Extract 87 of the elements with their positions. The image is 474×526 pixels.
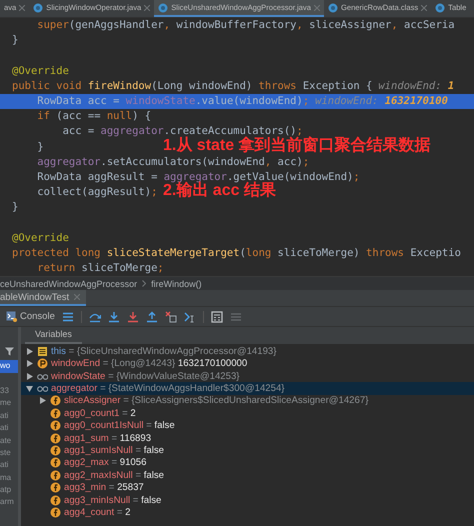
stack-frame[interactable]: ma — [0, 472, 18, 484]
drop-frame-icon[interactable] — [164, 310, 177, 323]
class-file-icon — [158, 2, 168, 12]
expand-arrow-icon[interactable] — [26, 348, 32, 355]
field-icon — [50, 432, 61, 444]
stack-frame[interactable]: ate — [0, 434, 18, 447]
step-into-icon[interactable] — [108, 310, 120, 323]
code-line: } — [12, 33, 18, 48]
close-icon — [74, 294, 80, 300]
close-icon — [19, 4, 26, 10]
stack-frame[interactable]: 33 — [0, 384, 18, 398]
variable-entry[interactable]: windowEnd = {Long@14243} 1632170100000 — [51, 358, 248, 370]
selected-row[interactable]: aggregator = {StateWindowAggsHandler$300@14254} — [21, 382, 474, 395]
code-line: } — [12, 200, 18, 216]
variable-entry[interactable]: agg1_sum = 116893 — [64, 432, 152, 444]
class-file-icon — [328, 2, 338, 12]
console-tab[interactable]: Console — [6, 311, 55, 322]
run-config-tab[interactable]: ableWindowTest — [0, 290, 86, 306]
step-out-icon[interactable] — [146, 310, 158, 323]
field-icon — [50, 482, 61, 494]
stack-frame[interactable]: wo — [0, 360, 18, 373]
code-line: public void fireWindow(Long windowEnd) throws Exception { — [12, 78, 372, 94]
code-line: return sliceToMerge; — [36, 261, 164, 276]
code-line: RowData acc = windowState.value(windowEnd); — [36, 94, 310, 109]
code-line: @Override — [12, 64, 69, 79]
variable-entry[interactable]: sliceAssigner = {SliceAssigners$SlicedUnsharedSliceAssigner@14267} — [64, 395, 368, 406]
code-line: protected long sliceStateMergeTarget(long sliceToMerge) throws Exceptio — [12, 246, 461, 261]
code-line: if (acc == null) { — [36, 109, 152, 124]
field-icon — [50, 457, 61, 468]
field-icon — [50, 445, 61, 456]
field-icon — [50, 494, 61, 506]
code-line: super(genAggsHandler, windowBufferFactory, sliceAssigner, accSeria — [36, 18, 455, 33]
chevron-icon — [142, 280, 146, 288]
variable-entry[interactable]: agg0_count1IsNull = false — [64, 420, 175, 432]
variable-entry[interactable]: agg4_count = 2 — [64, 506, 130, 518]
expand-arrow-icon[interactable] — [26, 360, 32, 368]
variable-entry[interactable]: agg3_minIsNull = false — [64, 494, 162, 506]
variable-entry[interactable]: windowState = {WindowValueState@14253} — [51, 370, 240, 382]
variable-entry[interactable]: agg2_max = 91056 — [64, 457, 146, 468]
filter-icon[interactable] — [4, 347, 14, 356]
code-line: aggregator.setAccumulators(windowEnd, acc); — [36, 154, 310, 170]
field-icon — [50, 408, 61, 419]
force-step-into-icon[interactable] — [126, 310, 139, 323]
inline-debug-value: windowEnd: 1 — [378, 78, 454, 94]
field-icon — [50, 395, 61, 406]
stack-frame[interactable]: ati — [0, 422, 18, 435]
variable-entry[interactable]: agg0_count1 = 2 — [64, 408, 136, 419]
close-icon — [144, 4, 150, 10]
variable-entry[interactable]: agg1_sumIsNull = false — [64, 445, 164, 456]
annotation-note: 2.输出 acc 结果 — [163, 182, 276, 202]
calculator-icon[interactable] — [210, 310, 223, 323]
variable-entry[interactable]: this = {SliceUnsharedWindowAggProcessor@14193} — [51, 346, 276, 357]
variable-entry[interactable]: aggregator = {StateWindowAggsHandler$300@14254} — [51, 383, 284, 394]
code-line: acc = aggregator.createAccumulators(); — [62, 124, 303, 138]
code-line: RowData aggResult = aggregator.getValue(windowEnd); — [36, 170, 360, 183]
inline-debug-value: windowEnd: 1632170100 — [315, 94, 448, 109]
stack-frame[interactable]: ati — [0, 410, 18, 422]
close-icon — [421, 4, 428, 10]
class-file-icon — [435, 2, 446, 12]
expand-arrow-icon[interactable] — [40, 397, 46, 404]
breadcrumb-item[interactable]: fireWindow() — [151, 278, 202, 289]
run-to-cursor-icon[interactable] — [184, 310, 196, 323]
code-line: @Override — [12, 230, 69, 246]
expand-arrow-icon[interactable] — [26, 372, 32, 380]
code-line: } — [36, 140, 44, 154]
field-icon — [50, 470, 61, 481]
stack-frame[interactable]: ati — [0, 459, 18, 472]
stack-frame[interactable]: arm — [0, 496, 18, 509]
close-icon — [314, 4, 320, 10]
field-icon — [50, 506, 61, 518]
stack-frame[interactable]: me — [0, 397, 18, 410]
code-line: collect(aggResult); — [36, 185, 158, 200]
collapse-arrow-icon[interactable] — [26, 386, 33, 392]
object-icon — [37, 346, 48, 357]
variable-entry[interactable]: agg3_min = 25837 — [64, 482, 144, 494]
infinity-icon — [37, 383, 48, 394]
variables-tab[interactable]: Variables — [25, 329, 82, 344]
parameter-icon — [37, 358, 48, 370]
breadcrumb-item[interactable]: ceUnsharedWindowAggProcessor — [0, 278, 138, 289]
annotation-note: 1.从 state 拿到当前窗口聚合结果数据 — [163, 136, 431, 156]
variable-entry[interactable]: agg2_maxIsNull = false — [64, 470, 164, 481]
stack-frame[interactable]: atp — [0, 484, 18, 496]
class-file-icon — [33, 2, 44, 12]
menu-icon[interactable] — [62, 310, 74, 323]
field-icon — [50, 420, 61, 432]
console-icon — [6, 311, 17, 322]
stack-frame[interactable]: ste — [0, 446, 18, 460]
